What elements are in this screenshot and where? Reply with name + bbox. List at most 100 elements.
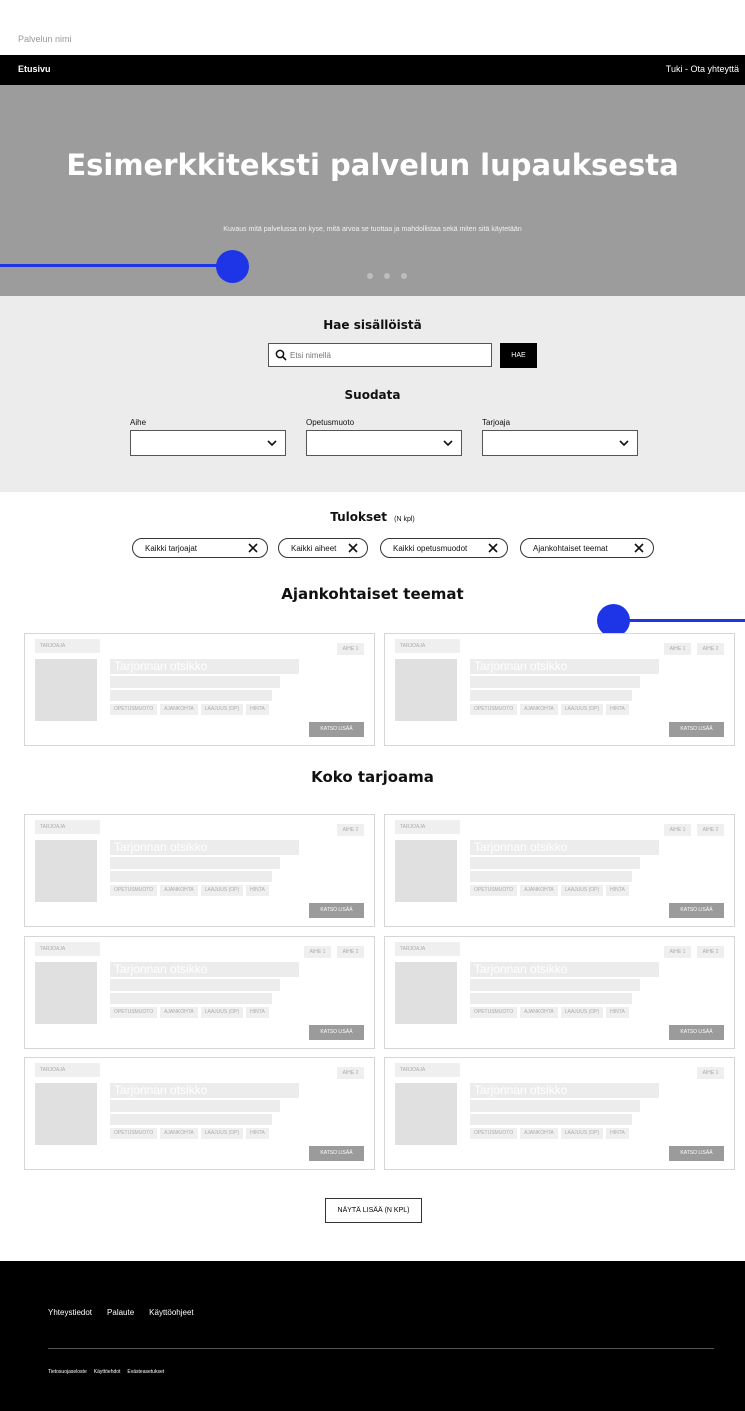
topic-tag: AIHE 1 [337, 643, 364, 655]
featured-heading: Ajankohtaiset teemat [281, 585, 464, 603]
card-text-placeholder [470, 690, 632, 701]
provider-label: TARJOAJA [35, 820, 100, 834]
close-icon[interactable] [488, 543, 498, 553]
filter-provider: Tarjoaja [482, 418, 640, 456]
see-more-button[interactable]: KATSO LISÄÄ [309, 1025, 364, 1040]
footer-link-privacy[interactable]: Tietosuojaseloste [48, 1369, 87, 1375]
meta-scope: LAAJUUS (OP) [200, 1128, 244, 1139]
search-button[interactable]: HAE [500, 343, 537, 368]
topic-tag: AIHE 2 [697, 946, 724, 958]
nav-home-link[interactable]: Etusivu [18, 64, 51, 74]
chip-label: Kaikki opetusmuodot [393, 543, 468, 553]
footer-link-contact[interactable]: Yhteystiedot [48, 1308, 92, 1317]
card-text-placeholder [110, 871, 272, 882]
topic-tags: AIHE 1 [697, 1067, 724, 1079]
see-more-button[interactable]: KATSO LISÄÄ [309, 722, 364, 737]
see-more-button[interactable]: KATSO LISÄÄ [669, 1146, 724, 1161]
meta-timing: AJANKOHTA [160, 1007, 198, 1018]
meta-price: HINTA [246, 885, 269, 896]
meta-price: HINTA [246, 1128, 269, 1139]
card-meta: OPETUSMUOTO AJANKOHTA LAAJUUS (OP) HINTA [470, 885, 629, 896]
filter-chip[interactable]: Kaikki opetusmuodot [380, 538, 508, 558]
provider-label: TARJOAJA [395, 820, 460, 834]
carousel-dot[interactable] [367, 273, 373, 279]
card-text-placeholder [470, 871, 632, 882]
annotation-line-left [0, 264, 232, 267]
offering-card: TARJOAJA AIHE 1 AIHE 2 Tarjonnan otsikko… [384, 936, 735, 1049]
filter-chip[interactable]: Kaikki aiheet [278, 538, 368, 558]
chevron-down-icon [267, 440, 277, 447]
card-image [35, 962, 97, 1024]
topic-tag: AIHE 2 [697, 824, 724, 836]
card-title[interactable]: Tarjonnan otsikko [470, 659, 659, 674]
filter-topic-select[interactable] [130, 430, 286, 456]
card-meta: OPETUSMUOTO AJANKOHTA LAAJUUS (OP) HINTA [110, 885, 269, 896]
card-title[interactable]: Tarjonnan otsikko [110, 962, 299, 977]
see-more-button[interactable]: KATSO LISÄÄ [309, 903, 364, 918]
close-icon[interactable] [248, 543, 258, 553]
see-more-button[interactable]: KATSO LISÄÄ [309, 1146, 364, 1161]
provider-label: TARJOAJA [35, 1063, 100, 1077]
meta-teaching-mode: OPETUSMUOTO [470, 885, 518, 896]
card-text-placeholder [470, 857, 640, 869]
filter-provider-select[interactable] [482, 430, 638, 456]
nav-support-link[interactable]: Tuki - Ota yhteyttä [666, 64, 739, 74]
search-input[interactable] [290, 348, 485, 363]
card-title[interactable]: Tarjonnan otsikko [470, 962, 659, 977]
close-icon[interactable] [634, 543, 644, 553]
close-icon[interactable] [348, 543, 358, 553]
topic-tags: AIHE 2 [337, 824, 364, 836]
meta-timing: AJANKOHTA [160, 704, 198, 715]
meta-scope: LAAJUUS (OP) [560, 1128, 604, 1139]
carousel-dot[interactable] [384, 273, 390, 279]
chip-label: Kaikki tarjoajat [145, 543, 198, 553]
footer-link-feedback[interactable]: Palaute [107, 1308, 134, 1317]
meta-teaching-mode: OPETUSMUOTO [110, 885, 158, 896]
footer-link-cookies[interactable]: Evästeasetukset [127, 1369, 164, 1375]
footer-links: Yhteystiedot Palaute Käyttöohjeet [48, 1308, 194, 1317]
topic-tag: AIHE 2 [697, 643, 724, 655]
topic-tag: AIHE 1 [664, 824, 691, 836]
catalog-heading: Koko tarjoama [311, 768, 434, 786]
provider-label: TARJOAJA [395, 942, 460, 956]
see-more-button[interactable]: KATSO LISÄÄ [669, 722, 724, 737]
card-text-placeholder [110, 1100, 280, 1112]
meta-price: HINTA [606, 885, 629, 896]
topic-tags: AIHE 1 [337, 643, 364, 655]
card-title[interactable]: Tarjonnan otsikko [110, 659, 299, 674]
see-more-button[interactable]: KATSO LISÄÄ [669, 903, 724, 918]
footer-link-terms[interactable]: Käyttöehdot [94, 1369, 121, 1375]
card-image [395, 962, 457, 1024]
card-image [35, 840, 97, 902]
show-more-button[interactable]: NÄYTÄ LISÄÄ (N KPL) [325, 1198, 422, 1223]
card-title[interactable]: Tarjonnan otsikko [470, 1083, 659, 1098]
card-image [35, 1083, 97, 1145]
filter-teaching-mode-select[interactable] [306, 430, 462, 456]
offering-card: TARJOAJA AIHE 1 AIHE 2 Tarjonnan otsikko… [384, 633, 735, 746]
results-title: Tulokset [330, 510, 387, 524]
topic-tag: AIHE 2 [337, 824, 364, 836]
card-title[interactable]: Tarjonnan otsikko [110, 1083, 299, 1098]
card-meta: OPETUSMUOTO AJANKOHTA LAAJUUS (OP) HINTA [470, 1007, 629, 1018]
card-image [395, 840, 457, 902]
search-box[interactable] [268, 343, 492, 367]
card-title[interactable]: Tarjonnan otsikko [470, 840, 659, 855]
card-meta: OPETUSMUOTO AJANKOHTA LAAJUUS (OP) HINTA [470, 704, 629, 715]
card-text-placeholder [110, 1114, 272, 1125]
filter-topic: Aihe [130, 418, 288, 456]
card-title[interactable]: Tarjonnan otsikko [110, 840, 299, 855]
card-text-placeholder [470, 1114, 632, 1125]
card-text-placeholder [470, 1100, 640, 1112]
card-meta: OPETUSMUOTO AJANKOHTA LAAJUUS (OP) HINTA [470, 1128, 629, 1139]
card-text-placeholder [470, 993, 632, 1004]
filter-label: Tarjoaja [482, 418, 511, 427]
footer-link-instructions[interactable]: Käyttöohjeet [149, 1308, 193, 1317]
carousel-dot[interactable] [401, 273, 407, 279]
filter-chip[interactable]: Kaikki tarjoajat [132, 538, 268, 558]
results-heading: Tulokset (N kpl) [0, 510, 745, 524]
meta-scope: LAAJUUS (OP) [560, 1007, 604, 1018]
filter-chip[interactable]: Ajankohtaiset teemat [520, 538, 654, 558]
see-more-button[interactable]: KATSO LISÄÄ [669, 1025, 724, 1040]
hero-description: Kuvaus mitä palvelussa on kyse, mitä arv… [223, 226, 522, 233]
chip-label: Kaikki aiheet [291, 543, 337, 553]
